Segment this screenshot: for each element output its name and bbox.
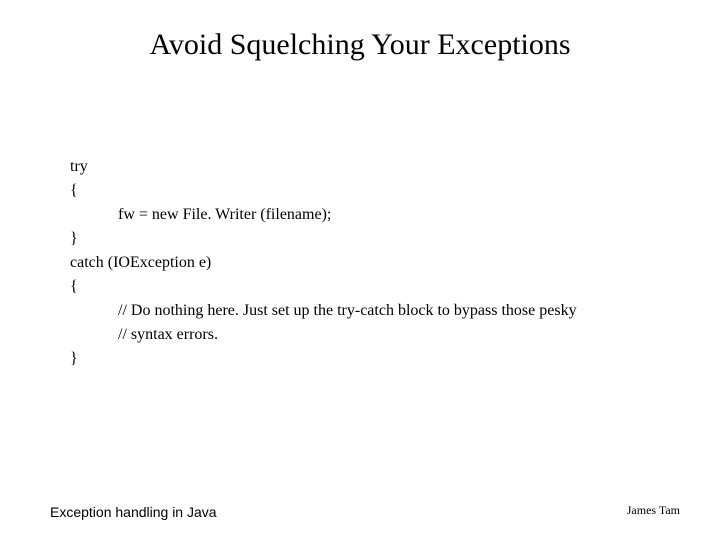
footer-left: Exception handling in Java	[50, 504, 217, 520]
code-line: }	[70, 347, 670, 371]
code-line: try	[70, 155, 670, 179]
code-line: // Do nothing here. Just set up the try-…	[70, 299, 670, 323]
footer-right: James Tam	[627, 503, 680, 518]
slide: Avoid Squelching Your Exceptions try { f…	[0, 0, 720, 540]
code-line: {	[70, 275, 670, 299]
code-line: }	[70, 227, 670, 251]
code-line: {	[70, 179, 670, 203]
code-line: fw = new File. Writer (filename);	[70, 203, 670, 227]
code-line: catch (IOException e)	[70, 251, 670, 275]
code-block: try { fw = new File. Writer (filename); …	[70, 155, 670, 371]
slide-title: Avoid Squelching Your Exceptions	[0, 28, 720, 62]
code-line: // syntax errors.	[70, 323, 670, 347]
